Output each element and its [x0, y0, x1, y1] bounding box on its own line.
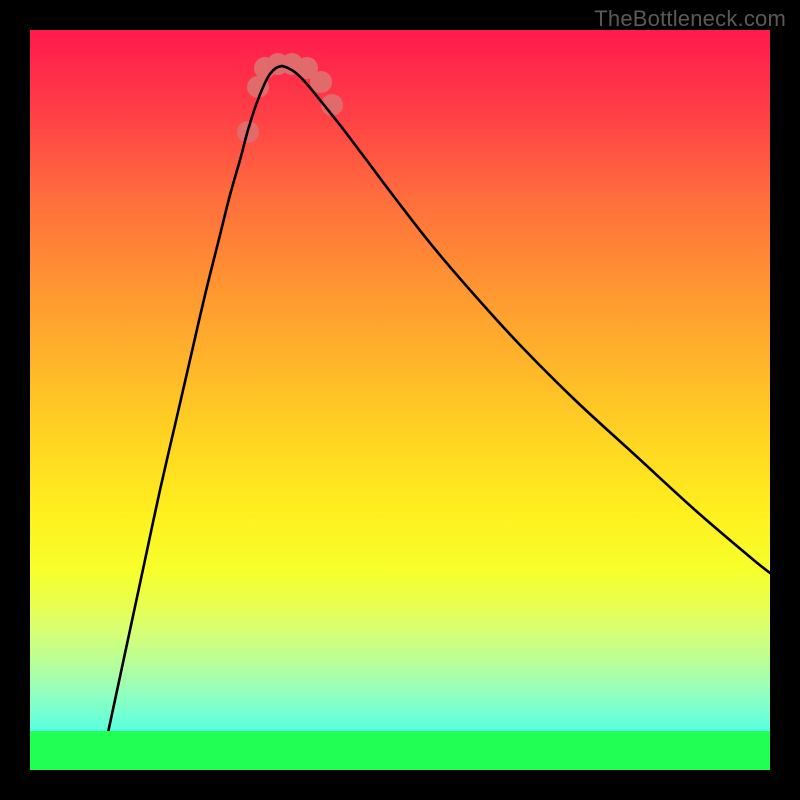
marker-dot: [321, 94, 343, 116]
marker-dot: [296, 57, 318, 79]
curve-layer: [30, 30, 770, 770]
marker-dot: [281, 53, 303, 75]
plot-area: [30, 30, 770, 770]
marker-dot: [237, 121, 259, 143]
chart-frame: TheBottleneck.com: [0, 0, 800, 800]
watermark-text: TheBottleneck.com: [594, 6, 786, 32]
marker-dot: [247, 76, 269, 98]
curve-right: [282, 66, 770, 573]
curve-left: [100, 66, 282, 770]
marker-dot: [267, 53, 289, 75]
marker-dots-group: [237, 53, 343, 143]
marker-dot: [254, 57, 276, 79]
marker-dot: [310, 71, 332, 93]
